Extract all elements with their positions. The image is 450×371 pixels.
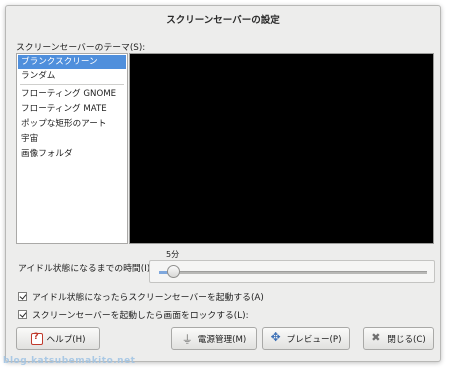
help-button-label: ヘルプ(H) — [46, 334, 86, 345]
theme-list[interactable]: ブランクスクリーン ランダム フローティング GNOME フローティング MAT… — [16, 53, 128, 244]
lock-label: スクリーンセーバーを起動したら画面をロックする(L): — [32, 311, 249, 321]
activate-label: アイドル状態になったらスクリーンセーバーを起動する(A) — [32, 293, 264, 303]
theme-item-blank-screen[interactable]: ブランクスクリーン — [18, 55, 126, 69]
idle-time-label: アイドル状態になるまでの時間(I): — [18, 264, 154, 274]
preview-button-label: プレビュー(P) — [286, 334, 342, 345]
power-button-label: 電源管理(M) — [197, 334, 247, 345]
power-management-button[interactable]: 電源管理(M) — [171, 327, 257, 350]
theme-item-pictures-folder[interactable]: 画像フォルダ — [18, 147, 126, 161]
theme-item-pop-art-squares[interactable]: ポップな矩形のアート — [18, 117, 126, 131]
watermark: blog.katsubemakito.net — [3, 356, 136, 366]
theme-item-floating-mate[interactable]: フローティング MATE — [18, 102, 126, 116]
preview-button[interactable]: プレビュー(P) — [262, 327, 350, 350]
power-plug-icon — [182, 331, 194, 347]
help-icon — [30, 332, 43, 345]
slider-knob[interactable] — [167, 265, 180, 278]
lock-checkbox[interactable] — [18, 310, 27, 319]
idle-time-value: 5分 — [166, 250, 180, 259]
theme-item-random[interactable]: ランダム — [18, 69, 126, 83]
theme-item-cosmos[interactable]: 宇宙 — [18, 132, 126, 146]
theme-section-label: スクリーンセーバーのテーマ(S): — [16, 43, 146, 53]
preview-area — [129, 53, 434, 244]
theme-item-floating-gnome[interactable]: フローティング GNOME — [18, 87, 126, 101]
activate-checkbox[interactable] — [18, 292, 27, 301]
window-title: スクリーンセーバーの設定 — [166, 15, 280, 26]
screensaver-settings-dialog: スクリーンセーバーの設定 スクリーンセーバーのテーマ(S): ブランクスクリーン… — [5, 5, 441, 362]
help-button[interactable]: ヘルプ(H) — [16, 327, 100, 350]
close-icon — [371, 331, 383, 345]
close-button[interactable]: 閉じる(C) — [363, 327, 434, 350]
list-separator — [20, 84, 124, 85]
lock-option[interactable]: スクリーンセーバーを起動したら画面をロックする(L): — [18, 308, 249, 321]
activate-option[interactable]: アイドル状態になったらスクリーンセーバーを起動する(A) — [18, 290, 264, 303]
slider-track — [159, 271, 427, 274]
close-button-label: 閉じる(C) — [387, 334, 426, 345]
preview-icon — [271, 330, 283, 345]
idle-time-slider[interactable] — [149, 260, 435, 283]
